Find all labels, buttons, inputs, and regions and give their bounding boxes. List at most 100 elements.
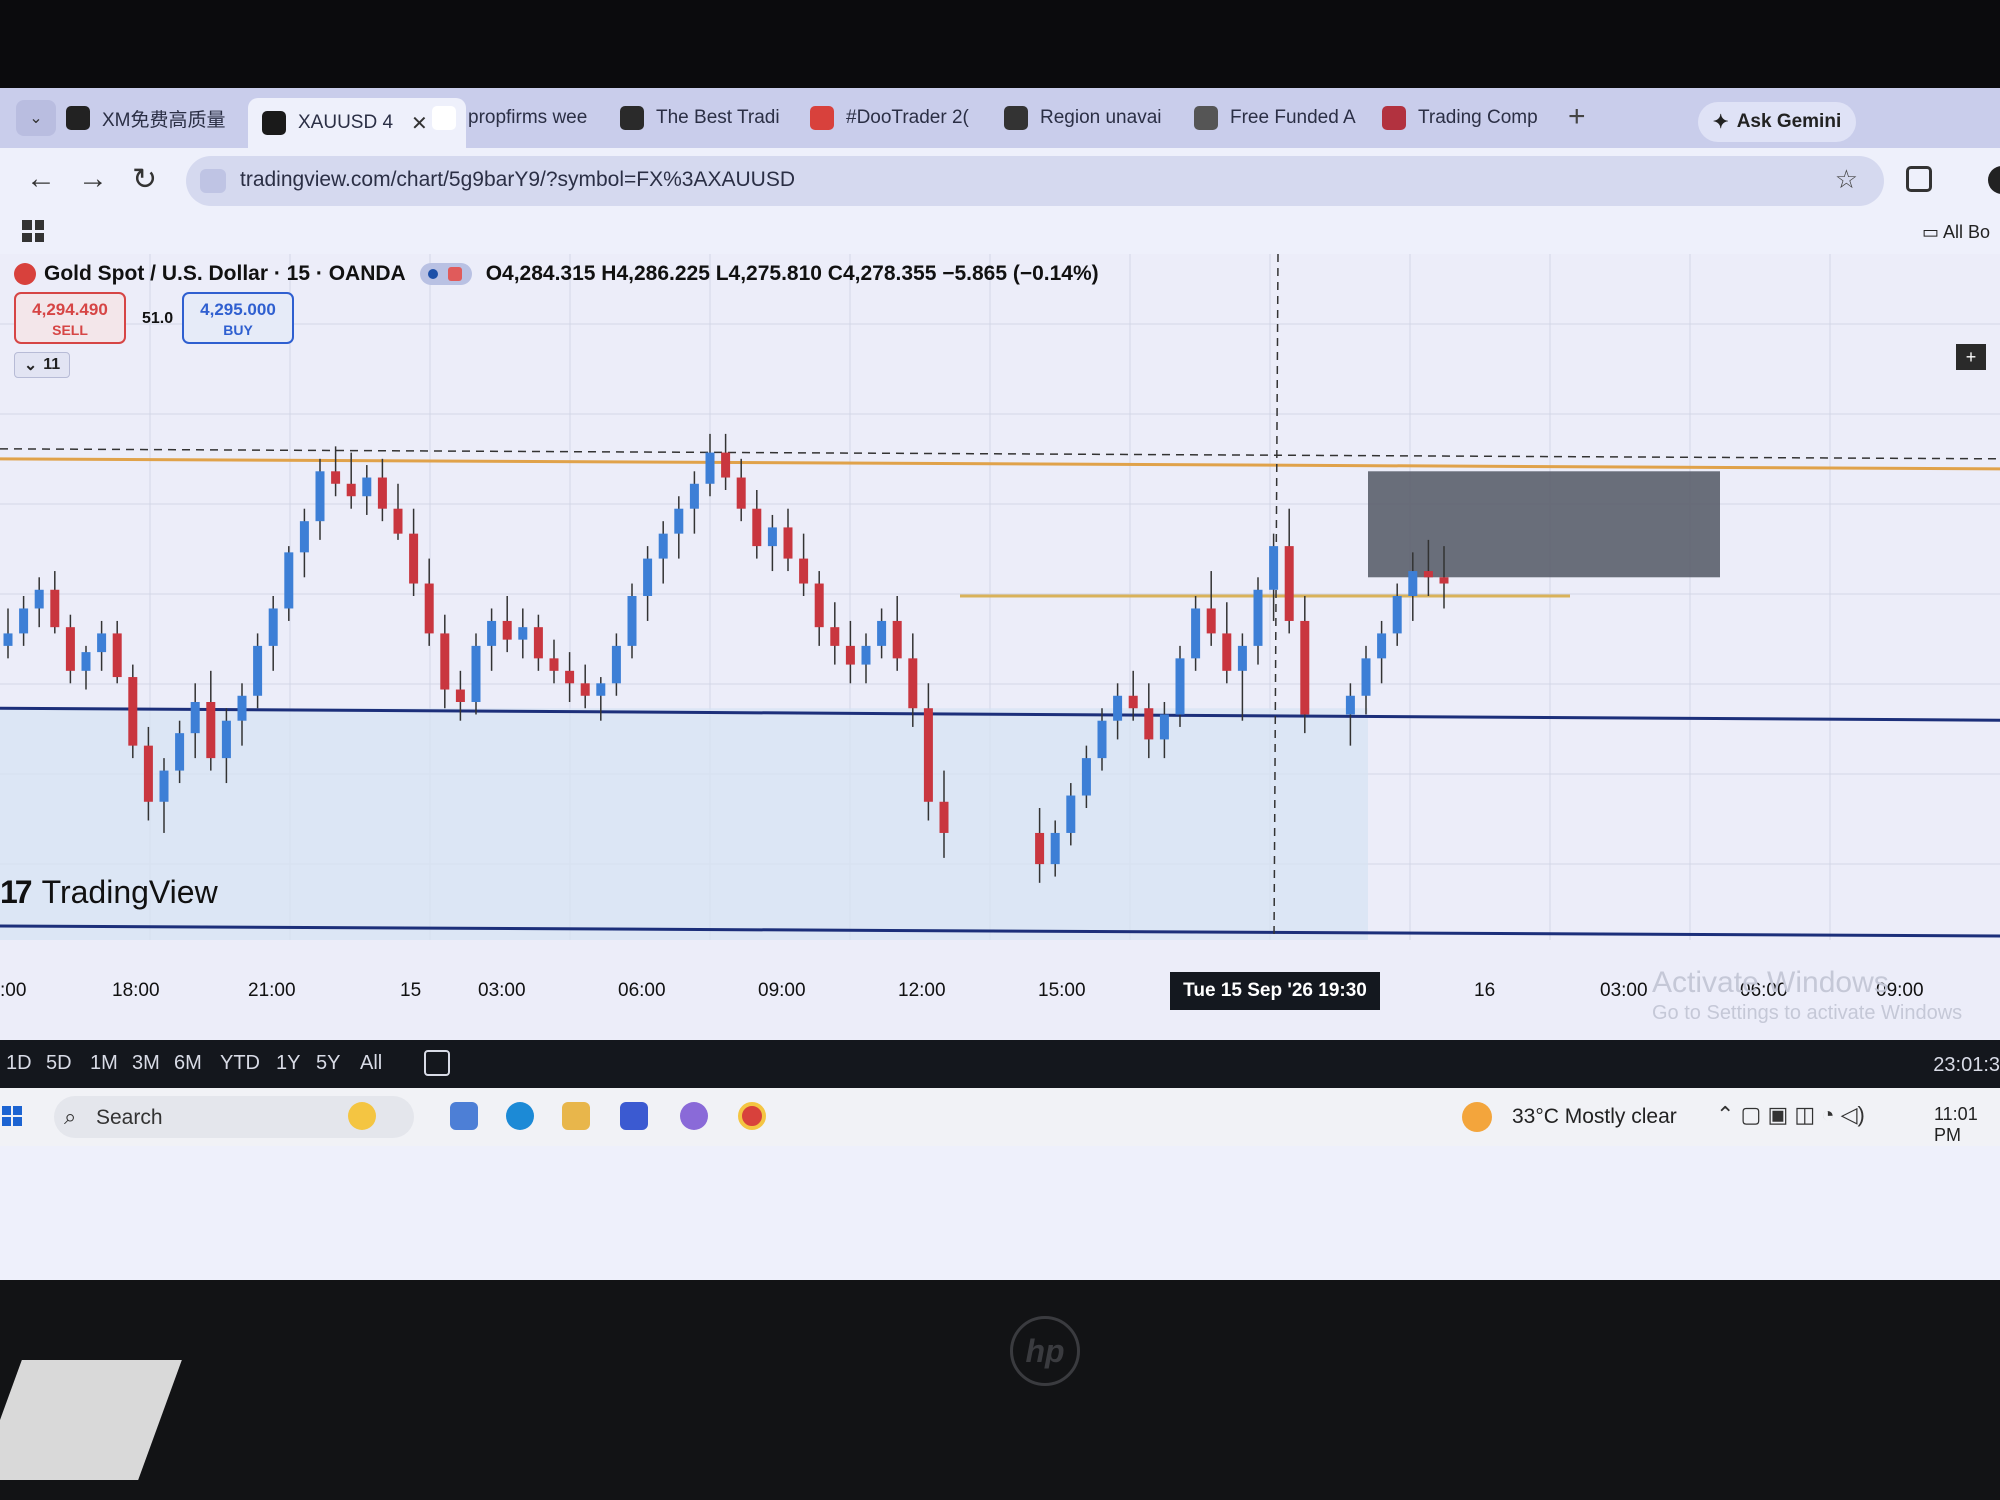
taskbar-search-label: Search	[96, 1106, 163, 1129]
candle-body	[643, 558, 653, 596]
range-button[interactable]: All	[360, 1052, 382, 1075]
forward-arrow-icon[interactable]: →	[78, 162, 108, 196]
indicators-count: 11	[43, 356, 61, 373]
range-button[interactable]: 6M	[174, 1052, 202, 1075]
site-settings-icon[interactable]	[200, 169, 226, 193]
candle-body	[923, 708, 933, 802]
candle-body	[1237, 645, 1247, 671]
meet-app-icon[interactable]	[450, 1102, 478, 1130]
range-button[interactable]: 1D	[6, 1052, 32, 1075]
all-bookmarks-button[interactable]: ▭ All Bo	[1922, 222, 1990, 243]
add-plus-button[interactable]: +	[1956, 344, 1986, 370]
address-bar[interactable]: tradingview.com/chart/5g9barY9/?symbol=F…	[186, 156, 1884, 206]
candle-body	[1081, 758, 1091, 796]
tab-label: Region unavai	[1040, 107, 1162, 128]
candle-body	[1439, 577, 1449, 584]
browser-tab[interactable]: Trading Comp	[1382, 98, 1542, 138]
tab-favicon-icon	[620, 106, 644, 130]
ask-gemini-button[interactable]: ✦ Ask Gemini	[1698, 102, 1856, 142]
chrome-browser-icon[interactable]	[738, 1102, 766, 1130]
browser-tab[interactable]: Region unavai	[1004, 98, 1174, 138]
stop-loss-zone	[1368, 471, 1720, 578]
candle-body	[721, 452, 731, 478]
store-app-icon[interactable]	[620, 1102, 648, 1130]
crosshair-horizontal-line	[0, 448, 2000, 460]
ask-gemini-label: Ask Gemini	[1736, 111, 1842, 132]
time-tick-label: 06:00	[618, 980, 666, 1001]
candle-body	[1345, 695, 1355, 715]
candle-body	[1300, 620, 1310, 715]
range-button[interactable]: 1Y	[276, 1052, 300, 1075]
browser-tab[interactable]: Free Funded A	[1194, 98, 1364, 138]
new-tab-button[interactable]: +	[1568, 100, 1586, 134]
tab-favicon-icon	[1004, 106, 1028, 130]
buy-button[interactable]: 4,295.000 BUY	[182, 292, 294, 344]
range-button[interactable]: 5Y	[316, 1052, 340, 1075]
folder-icon: ▭	[1922, 222, 1944, 242]
tab-favicon-icon	[262, 111, 286, 135]
sparkle-icon: ✦	[1712, 111, 1729, 133]
extensions-icon[interactable]	[1906, 166, 1932, 192]
browser-tab[interactable]: propfirms wee	[432, 98, 602, 138]
sell-price: 4,294.490	[32, 300, 108, 319]
back-arrow-icon[interactable]: ←	[26, 162, 56, 196]
browser-tab[interactable]: The Best Tradi	[620, 98, 790, 138]
profile-avatar[interactable]	[1988, 166, 2000, 194]
chevron-down-icon: ⌄	[29, 110, 43, 127]
browser-tab[interactable]: #DooTrader 2(	[810, 98, 980, 138]
browser-tab[interactable]: XM免费高质量	[66, 98, 236, 138]
tab-label: Free Funded A	[1230, 107, 1356, 128]
taskbar: ⌕ Search 33°C Mostly clear ⌃ ▢ ▣ ◫ ◔ ◁) …	[0, 1088, 2000, 1146]
tab-search-button[interactable]: ⌄	[16, 100, 56, 136]
file-explorer-icon[interactable]	[562, 1102, 590, 1130]
chart-pane[interactable]: Gold Spot / U.S. Dollar · 15 · OANDA O4,…	[0, 254, 2000, 940]
candle-body	[1253, 589, 1263, 646]
close-tab-icon[interactable]: ✕	[411, 111, 428, 136]
market-status-icon[interactable]	[419, 263, 472, 285]
time-tick-label: 16	[1474, 980, 1496, 1001]
copilot-sparkle-icon[interactable]	[348, 1102, 376, 1130]
candle-body	[1050, 832, 1060, 865]
sell-button[interactable]: 4,294.490 SELL	[14, 292, 126, 344]
bookmark-star-icon[interactable]: ☆	[1835, 164, 1858, 195]
range-button[interactable]: 3M	[132, 1052, 160, 1075]
reload-icon[interactable]: ↻	[132, 162, 157, 197]
indicators-toggle[interactable]: ⌄ 11	[14, 352, 70, 378]
candle-body	[97, 633, 107, 653]
candle-body	[206, 702, 216, 759]
tab-label: The Best Tradi	[656, 107, 780, 128]
symbol-title[interactable]: Gold Spot / U.S. Dollar · 15 · OANDA	[44, 262, 406, 286]
buy-price: 4,295.000	[200, 300, 276, 319]
candle-body	[440, 633, 450, 690]
candle-body	[814, 583, 824, 628]
desk-object	[0, 1360, 182, 1480]
range-button[interactable]: 1M	[90, 1052, 118, 1075]
app-orb-icon[interactable]	[680, 1102, 708, 1130]
activate-windows-subtitle: Go to Settings to activate Windows	[1652, 1002, 1963, 1024]
calendar-icon[interactable]	[424, 1050, 450, 1076]
time-axis[interactable]: :00 18:00 21:00 15 03:00 06:00 09:00 12:00 15:00…	[0, 940, 2000, 1040]
time-tick-label: 03:00	[478, 980, 526, 1001]
apps-grid-icon[interactable]	[22, 220, 44, 242]
candle-body	[689, 483, 699, 509]
price-chart[interactable]	[0, 254, 2000, 940]
time-tick-label: 21:00	[248, 980, 296, 1001]
symbol-legend: Gold Spot / U.S. Dollar · 15 · OANDA O4,…	[14, 262, 1099, 286]
candle-body	[362, 477, 372, 497]
tab-label: #DooTrader 2(	[846, 107, 969, 128]
range-button[interactable]: YTD	[220, 1052, 260, 1075]
windows-start-icon[interactable]	[2, 1106, 22, 1126]
range-button[interactable]: 5D	[46, 1052, 72, 1075]
candle-body	[580, 683, 590, 696]
system-tray-icons[interactable]: ⌃ ▢ ▣ ◫ ◔ ◁)	[1716, 1102, 1865, 1128]
url-text[interactable]: tradingview.com/chart/5g9barY9/?symbol=F…	[240, 168, 795, 192]
candle-body	[128, 677, 138, 746]
weather-widget[interactable]: 33°C Mostly clear	[1462, 1102, 1677, 1132]
edge-browser-icon[interactable]	[506, 1102, 534, 1130]
time-tick-label: :00	[0, 980, 27, 1001]
candle-body	[1035, 832, 1045, 865]
candle-body	[50, 589, 60, 628]
weather-text: 33°C Mostly clear	[1512, 1105, 1677, 1128]
candle-body	[253, 645, 263, 696]
candle-body	[892, 620, 902, 659]
